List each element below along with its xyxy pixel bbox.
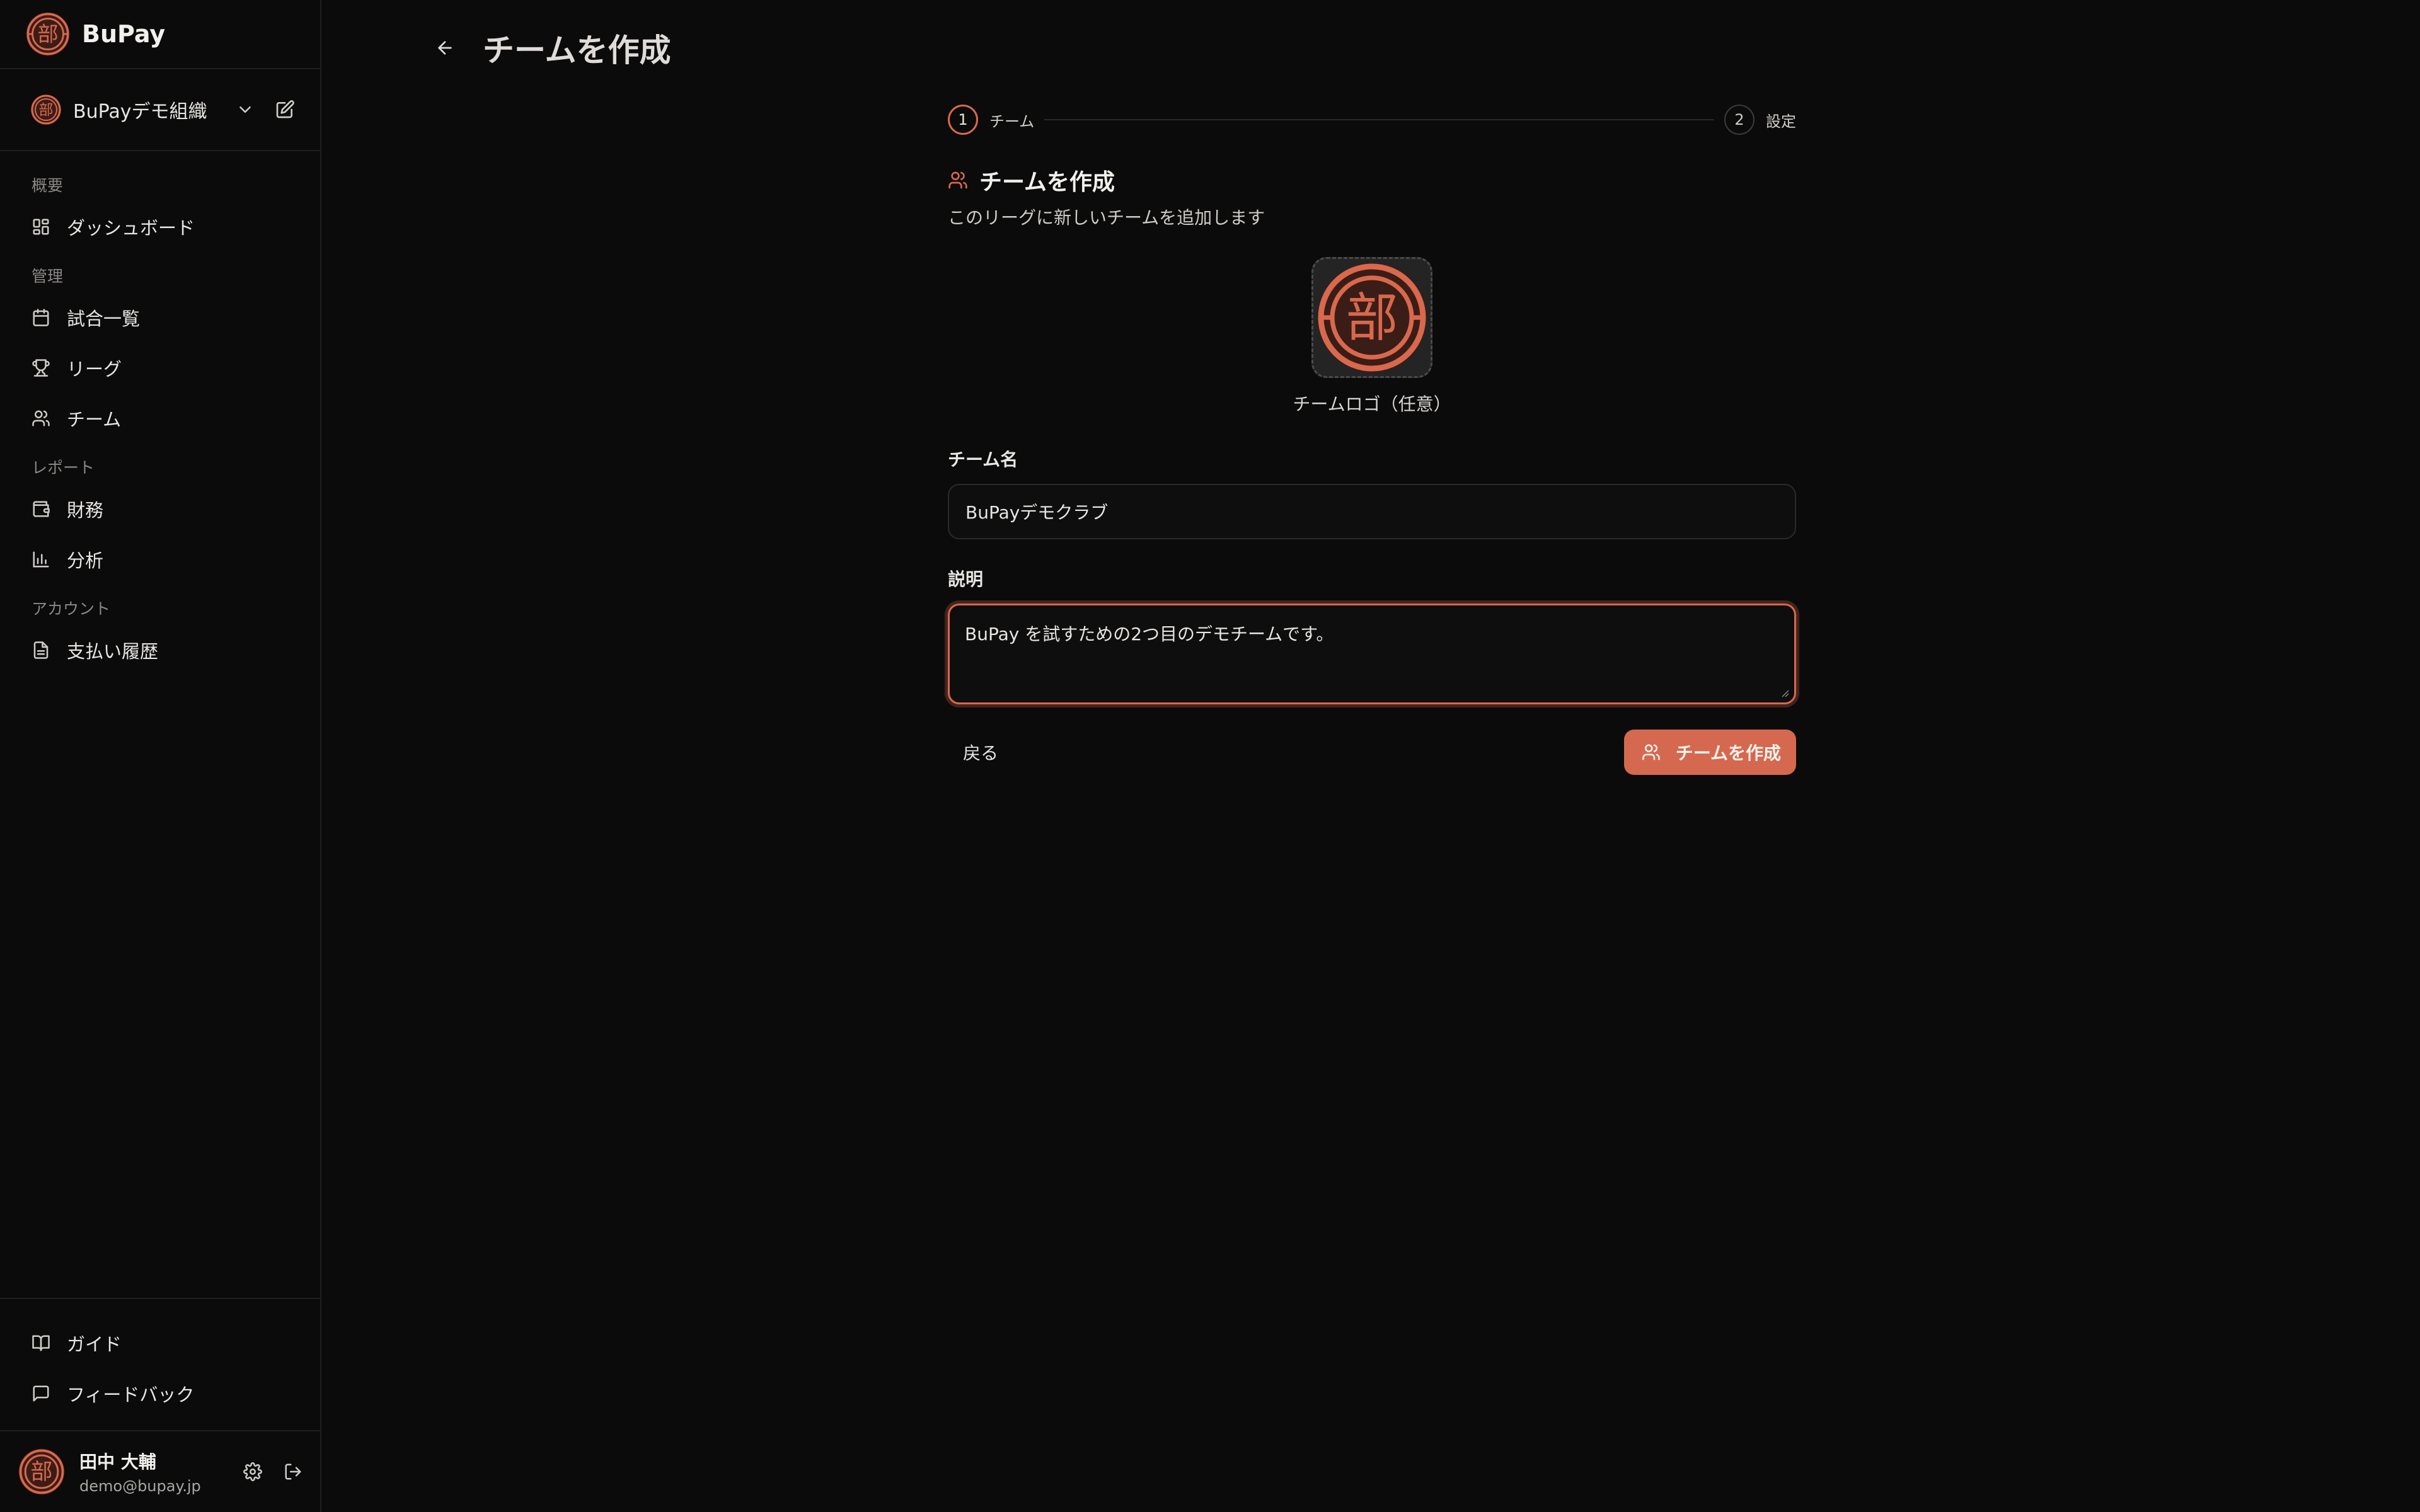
sidebar-item-label: 分析 [67, 550, 104, 571]
sidebar-item-label: リーグ [67, 358, 122, 380]
sidebar-item-label: 試合一覧 [67, 308, 141, 329]
svg-text:部: 部 [37, 22, 58, 47]
org-name: BuPayデモ組織 [73, 101, 207, 123]
sidebar-nav: 概要 ダッシュボード 管理 試合一覧 リーグ チーム レポート 財務 分析 アカ… [0, 151, 320, 1298]
create-team-button[interactable]: チームを作成 [1623, 730, 1796, 775]
form-title: チームを作成 [979, 169, 1115, 195]
svg-text:部: 部 [1346, 287, 1398, 348]
sidebar-item-label: ガイド [67, 1334, 122, 1355]
sidebar-item-analytics[interactable]: 分析 [0, 534, 320, 585]
description-label: 説明 [948, 569, 984, 590]
team-logo-upload: 部 チームロゴ（任意） [948, 257, 1796, 416]
logout-icon[interactable] [284, 1462, 302, 1481]
avatar[interactable]: 部 [18, 1448, 66, 1496]
sidebar-item-payment-history[interactable]: 支払い履歴 [0, 625, 320, 675]
stepper: 1 チーム 2 設定 [948, 105, 1796, 135]
svg-text:部: 部 [31, 1460, 53, 1485]
description-text: BuPay を試すための2つ目のデモチームです。 [965, 624, 1334, 644]
org-switcher[interactable]: 部 BuPayデモ組織 [0, 69, 320, 151]
nav-section-manage: 管理 試合一覧 リーグ チーム [0, 261, 320, 444]
team-name-label: チーム名 [948, 449, 1018, 470]
page-title: チームを作成 [483, 32, 671, 69]
org-logo-icon: 部 [31, 94, 61, 125]
sidebar-item-feedback[interactable]: フィードバック [0, 1368, 320, 1419]
sidebar-item-league[interactable]: リーグ [0, 343, 320, 393]
sidebar-item-label: 支払い履歴 [67, 641, 159, 662]
trophy-icon [32, 359, 50, 377]
brand-name: BuPay [82, 20, 166, 48]
step-2-label: 設定 [1766, 112, 1796, 130]
nav-section-title: 管理 [32, 267, 64, 285]
logo-caption: チームロゴ（任意） [1293, 394, 1451, 415]
form-actions: 戻る チームを作成 [948, 730, 1796, 775]
back-button[interactable]: 戻る [948, 730, 1013, 775]
chevron-down-icon[interactable] [236, 100, 255, 119]
step-1-label: チーム [989, 112, 1035, 130]
page-header: チームを作成 [435, 25, 671, 71]
main-content: チームを作成 1 チーム 2 設定 チームを作成 このリーグに新しいチームを追加… [321, 0, 2420, 1512]
user-info: 田中 大輔 demo@bupay.jp [79, 1448, 201, 1495]
step-2-indicator: 2 [1724, 105, 1754, 135]
create-team-button-label: チームを作成 [1675, 743, 1781, 764]
user-email: demo@bupay.jp [79, 1477, 201, 1495]
user-actions [243, 1462, 302, 1481]
form-heading: チームを作成 [948, 164, 1796, 197]
create-team-form: 1 チーム 2 設定 チームを作成 このリーグに新しいチームを追加します 部 チ… [948, 105, 1796, 775]
resize-handle-icon[interactable] [1779, 687, 1789, 697]
app-root: 部 BuPay 部 BuPayデモ組織 概要 ダッシュボード 管理 試合一覧 リ… [0, 0, 2420, 1512]
sidebar-item-label: 財務 [67, 500, 104, 521]
sidebar-item-label: チーム [67, 409, 122, 430]
logo-upload-dropzone[interactable]: 部 [1311, 257, 1432, 378]
gear-icon[interactable] [243, 1462, 262, 1481]
nav-section-title: アカウント [32, 600, 111, 618]
sidebar-item-dashboard[interactable]: ダッシュボード [0, 202, 320, 252]
users-icon [1642, 744, 1660, 760]
stepper-divider [1044, 119, 1714, 120]
sidebar-item-matches[interactable]: 試合一覧 [0, 292, 320, 343]
brand-logo-icon: 部 [26, 12, 70, 56]
nav-section-account: アカウント 支払い履歴 [0, 593, 320, 675]
svg-text:部: 部 [39, 102, 54, 118]
brand-header[interactable]: 部 BuPay [0, 0, 320, 69]
sidebar-item-finance[interactable]: 財務 [0, 484, 320, 534]
document-icon [33, 641, 49, 659]
step-1-indicator: 1 [948, 105, 978, 135]
sidebar-bottom-links: ガイド フィードバック [0, 1298, 320, 1430]
sidebar-item-team[interactable]: チーム [0, 393, 320, 444]
edit-icon[interactable] [275, 100, 295, 120]
calendar-icon [33, 309, 49, 326]
sidebar: 部 BuPay 部 BuPayデモ組織 概要 ダッシュボード 管理 試合一覧 リ… [0, 0, 321, 1512]
users-icon [948, 171, 967, 189]
book-icon [32, 1335, 50, 1351]
team-logo-image: 部 [1317, 263, 1427, 372]
message-icon [33, 1385, 49, 1402]
nav-section-reports: レポート 財務 分析 [0, 452, 320, 585]
sidebar-item-label: フィードバック [67, 1384, 195, 1406]
arrow-left-icon[interactable] [435, 38, 455, 58]
nav-section-title: レポート [32, 459, 95, 477]
dashboard-grid-icon [33, 219, 49, 235]
bar-chart-icon [33, 551, 49, 568]
user-profile: 部 田中 大輔 demo@bupay.jp [0, 1430, 320, 1512]
wallet-icon [33, 501, 50, 517]
sidebar-item-guide[interactable]: ガイド [0, 1318, 320, 1368]
users-icon [32, 410, 50, 427]
nav-section-title: 概要 [32, 176, 64, 195]
user-name: 田中 大輔 [79, 1452, 156, 1472]
form-subtitle: このリーグに新しいチームを追加します [948, 207, 1265, 228]
sidebar-item-label: ダッシュボード [67, 217, 195, 239]
description-textarea[interactable]: BuPay を試すための2つ目のデモチームです。 [948, 604, 1796, 704]
team-name-input[interactable]: BuPayデモクラブ [948, 484, 1796, 539]
nav-section-overview: 概要 ダッシュボード [0, 170, 320, 252]
